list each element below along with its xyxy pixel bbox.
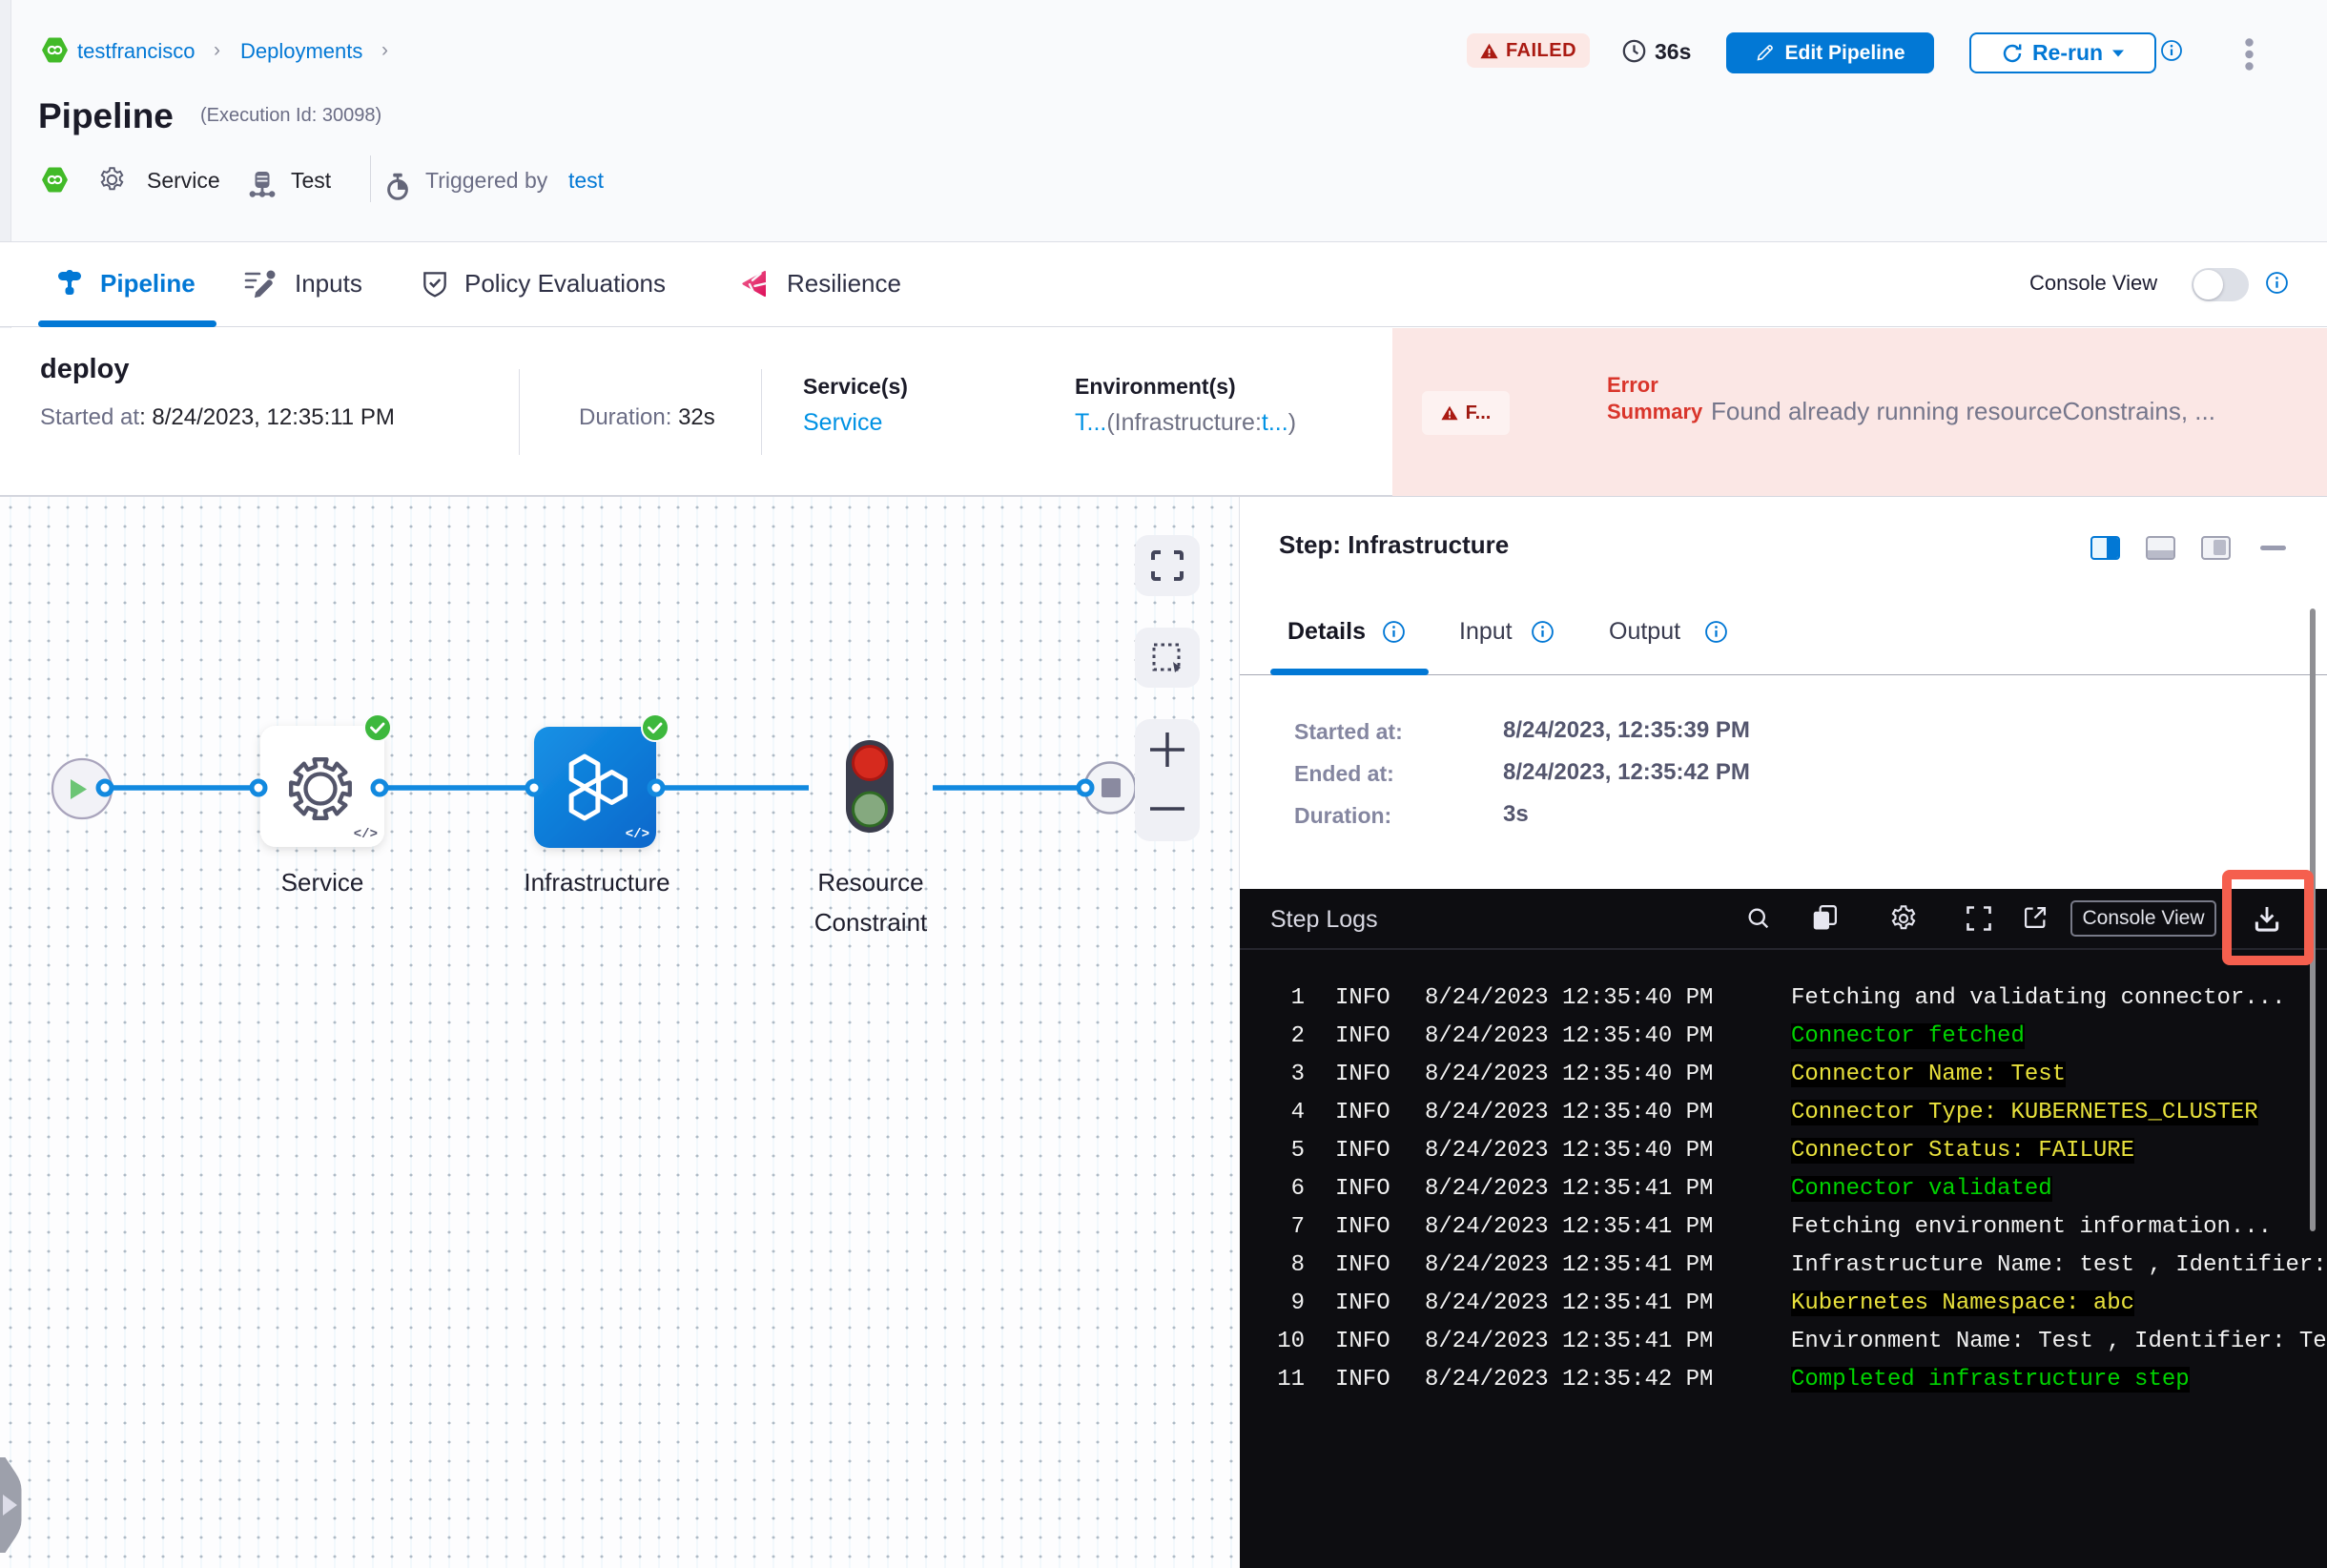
svg-text:Constraint: Constraint [814,908,928,937]
svg-text:Service: Service [281,868,364,897]
svg-text:</>: </> [354,827,378,842]
svg-text:Infrastructure: Infrastructure [524,868,669,897]
svg-text:</>: </> [626,827,649,842]
svg-text:Resource: Resource [817,868,923,897]
